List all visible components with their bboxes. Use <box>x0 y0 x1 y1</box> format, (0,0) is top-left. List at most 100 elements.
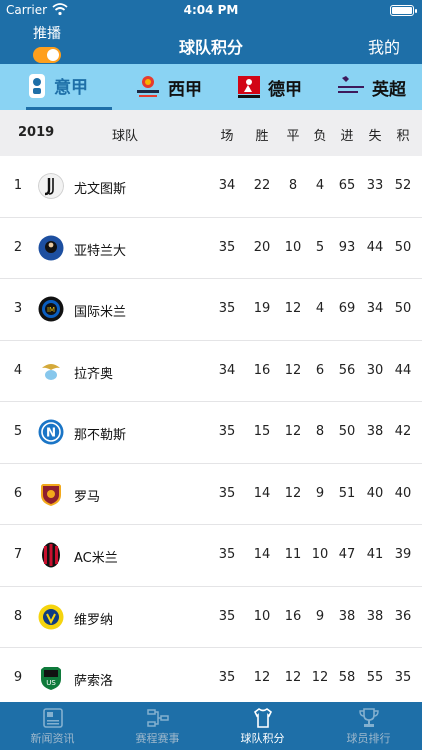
tab-premier-league[interactable]: 英超 <box>336 64 418 110</box>
team-name: 萨索洛 <box>74 674 114 689</box>
drawn: 12 <box>284 485 302 501</box>
juventus-crest-icon <box>38 173 64 199</box>
goals-for: 93 <box>338 239 356 255</box>
tab-laliga[interactable]: 西甲 <box>134 64 214 110</box>
goals-for: 69 <box>338 301 356 316</box>
tab-serie-a[interactable]: 意甲 <box>26 64 112 110</box>
header-team: 球队 <box>111 129 138 144</box>
goals-against: 33 <box>366 178 384 193</box>
lost: 10 <box>311 547 329 562</box>
bottom-tab-bar: 新闻资讯 赛程赛事 球队积分 球员排行 <box>0 702 422 750</box>
goals-against: 55 <box>366 670 384 685</box>
won: 20 <box>253 239 271 255</box>
played: 35 <box>218 485 236 501</box>
sassuolo-crest-icon: US <box>41 667 61 690</box>
goals-for: 50 <box>338 424 356 439</box>
team-name: 拉齐奥 <box>74 366 114 382</box>
table-row[interactable]: 1 尤文图斯 34 22 8 4 65 33 52 <box>0 156 422 218</box>
played: 35 <box>218 608 236 624</box>
table-row[interactable]: 9 US 萨索洛 35 12 12 12 58 55 35 <box>0 648 422 702</box>
goals-against: 34 <box>366 301 384 316</box>
rank: 3 <box>13 301 23 316</box>
tab-serie-a-label: 意甲 <box>54 78 88 98</box>
won: 10 <box>253 608 271 624</box>
tab-bundesliga[interactable]: 德甲 <box>236 64 316 110</box>
points: 52 <box>394 178 412 193</box>
rank: 5 <box>13 424 23 439</box>
trophy-icon <box>358 708 379 727</box>
points: 50 <box>394 239 412 255</box>
tab-player-ranking[interactable]: 球员排行 <box>316 702 421 750</box>
napoli-crest-icon: N <box>38 419 64 445</box>
table-row[interactable]: 2 亚特兰大 35 20 10 5 93 44 50 <box>0 217 422 279</box>
goals-against: 38 <box>366 424 384 439</box>
serie-a-logo-icon <box>29 73 45 98</box>
goals-for: 38 <box>338 608 356 624</box>
clock: 4:04 PM <box>183 3 239 17</box>
status-bar: Carrier 4:04 PM <box>0 0 422 20</box>
standings-header: 2019 球队 场 胜 平 负 进 失 积 <box>0 110 422 156</box>
tab-laliga-label: 西甲 <box>168 79 202 100</box>
points: 40 <box>394 485 412 501</box>
inter-crest-icon: IM <box>38 296 64 322</box>
tab-schedule[interactable]: 赛程赛事 <box>105 702 210 750</box>
table-row[interactable]: 4 拉齐奥 34 16 12 6 56 30 44 <box>0 340 422 402</box>
drawn: 12 <box>284 424 302 439</box>
goals-for: 65 <box>338 178 356 193</box>
premier-league-logo-icon <box>338 76 364 93</box>
header-played: 场 <box>220 129 234 144</box>
won: 14 <box>253 547 271 562</box>
goals-for: 51 <box>338 485 356 501</box>
standings-list[interactable]: 1 尤文图斯 34 22 8 4 65 33 52 2 亚特兰大 35 20 1… <box>0 156 422 702</box>
drawn: 16 <box>284 608 302 624</box>
played: 35 <box>218 670 236 685</box>
team-name: 维罗纳 <box>74 612 114 628</box>
played: 35 <box>218 239 236 255</box>
lost: 4 <box>315 178 325 193</box>
table-row[interactable]: 8 维罗纳 35 10 16 9 38 38 36 <box>0 586 422 648</box>
table-row[interactable]: 3 IM 国际米兰 35 19 12 4 69 34 50 <box>0 279 422 341</box>
verona-crest-icon <box>38 604 64 629</box>
drawn: 10 <box>284 239 302 255</box>
svg-text:IM: IM <box>47 306 55 314</box>
goals-for: 47 <box>338 547 356 562</box>
table-row[interactable]: 5 N 那不勒斯 35 15 12 8 50 38 42 <box>0 402 422 464</box>
table-row[interactable]: 6 罗马 35 14 12 9 51 40 40 <box>0 463 422 525</box>
points: 35 <box>394 670 412 685</box>
header-points: 积 <box>396 129 410 144</box>
my-profile-button[interactable]: 我的 <box>368 34 400 58</box>
rank: 2 <box>13 239 23 255</box>
lost: 9 <box>315 608 325 624</box>
drawn: 11 <box>284 547 302 562</box>
tab-news-label: 新闻资讯 <box>30 732 75 745</box>
header-won: 胜 <box>255 129 269 144</box>
drawn: 12 <box>284 362 302 378</box>
tab-schedule-label: 赛程赛事 <box>135 732 180 745</box>
lost: 9 <box>315 485 325 501</box>
table-row[interactable]: 7 AC米兰 35 14 11 10 47 41 39 <box>0 525 422 587</box>
points: 39 <box>394 547 412 562</box>
goals-for: 58 <box>338 670 356 685</box>
battery-icon <box>390 5 417 16</box>
rank: 6 <box>13 485 23 501</box>
goals-for: 56 <box>338 362 356 378</box>
lost: 6 <box>315 362 325 378</box>
points: 44 <box>394 362 412 378</box>
news-icon <box>42 708 63 728</box>
ac-milan-crest-icon <box>42 542 60 568</box>
tab-premier-league-label: 英超 <box>372 79 406 100</box>
played: 35 <box>218 547 236 562</box>
tab-news[interactable]: 新闻资讯 <box>0 702 105 750</box>
tab-standings[interactable]: 球队积分 <box>210 702 315 750</box>
played: 35 <box>218 424 236 439</box>
season-label: 2019 <box>18 125 55 140</box>
header-lost: 负 <box>313 129 327 144</box>
svg-text:US: US <box>46 679 56 687</box>
lost: 4 <box>315 301 325 316</box>
lost: 5 <box>315 239 325 255</box>
svg-text:N: N <box>46 426 56 440</box>
team-name: 罗马 <box>74 489 101 505</box>
won: 14 <box>253 485 271 501</box>
drawn: 8 <box>288 178 298 193</box>
won: 22 <box>253 178 271 193</box>
